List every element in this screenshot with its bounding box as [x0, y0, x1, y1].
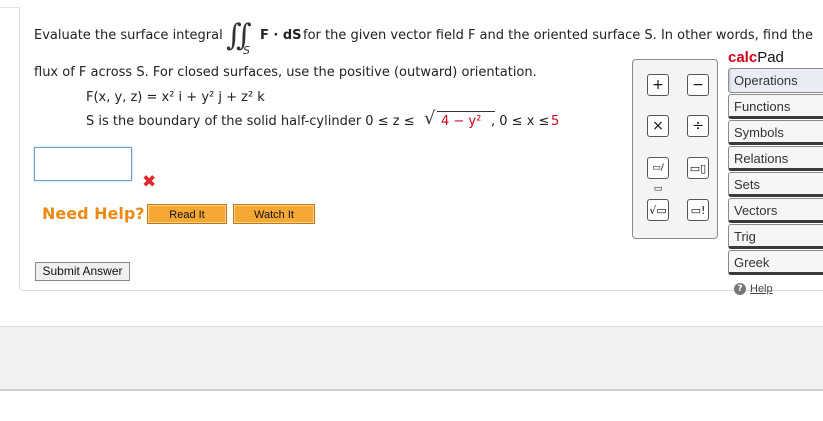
tab-symbols[interactable]: Symbols [728, 120, 823, 145]
tab-operations[interactable]: Operations [728, 68, 823, 93]
tab-relations[interactable]: Relations [728, 146, 823, 171]
calcpad-title: calcPad [728, 49, 784, 66]
surface-x-max: 5 [551, 114, 560, 129]
factorial-key[interactable]: ▭! [687, 199, 709, 221]
answer-input[interactable] [34, 147, 132, 181]
question-line2: flux of F across S. For closed surfaces,… [34, 65, 537, 80]
minus-key[interactable]: − [687, 74, 709, 96]
tab-functions[interactable]: Functions [728, 94, 823, 119]
question-mark-icon: ? [734, 283, 746, 295]
sqrt-radicand: 4 − y² [441, 114, 482, 129]
times-key[interactable]: × [647, 115, 669, 137]
integral-subscript: S [243, 44, 250, 57]
sqrt-key[interactable]: √▭ [647, 199, 669, 221]
read-it-button[interactable]: Read It [147, 204, 227, 224]
calcpad-help-link[interactable]: Help [750, 283, 773, 295]
double-integral-icon: ∬ [226, 18, 251, 53]
bottom-panel [0, 326, 823, 391]
calcpad-keypad: + − × ÷ ▭/▭ ▭▯ √▭ ▭! [632, 59, 718, 239]
integrand: F · dS [260, 28, 302, 43]
divide-key[interactable]: ÷ [687, 115, 709, 137]
sqrt-icon: √ [424, 108, 436, 129]
exponent-key[interactable]: ▭▯ [687, 157, 709, 179]
tab-greek[interactable]: Greek [728, 250, 823, 275]
question-suffix: for the given vector field F and the ori… [303, 28, 814, 43]
tab-trig[interactable]: Trig [728, 224, 823, 249]
surface-description: S is the boundary of the solid half-cyli… [86, 114, 415, 129]
plus-key[interactable]: + [647, 74, 669, 96]
fraction-key[interactable]: ▭/▭ [647, 157, 669, 194]
surface-x-range: , 0 ≤ x ≤ [491, 114, 550, 129]
calcpad-title-calc: calc [728, 49, 758, 66]
tab-sets[interactable]: Sets [728, 172, 823, 197]
question-prefix: Evaluate the surface integral [34, 28, 223, 43]
need-help-label: Need Help? [42, 204, 145, 223]
x-mark-icon: ✖ [142, 172, 157, 192]
tab-vectors[interactable]: Vectors [728, 198, 823, 223]
sqrt-bar [437, 111, 495, 112]
calcpad-title-pad: Pad [757, 49, 784, 66]
watch-it-button[interactable]: Watch It [233, 204, 315, 224]
submit-answer-button[interactable]: Submit Answer [35, 262, 130, 281]
vector-field-equation: F(x, y, z) = x² i + y² j + z² k [86, 90, 265, 105]
